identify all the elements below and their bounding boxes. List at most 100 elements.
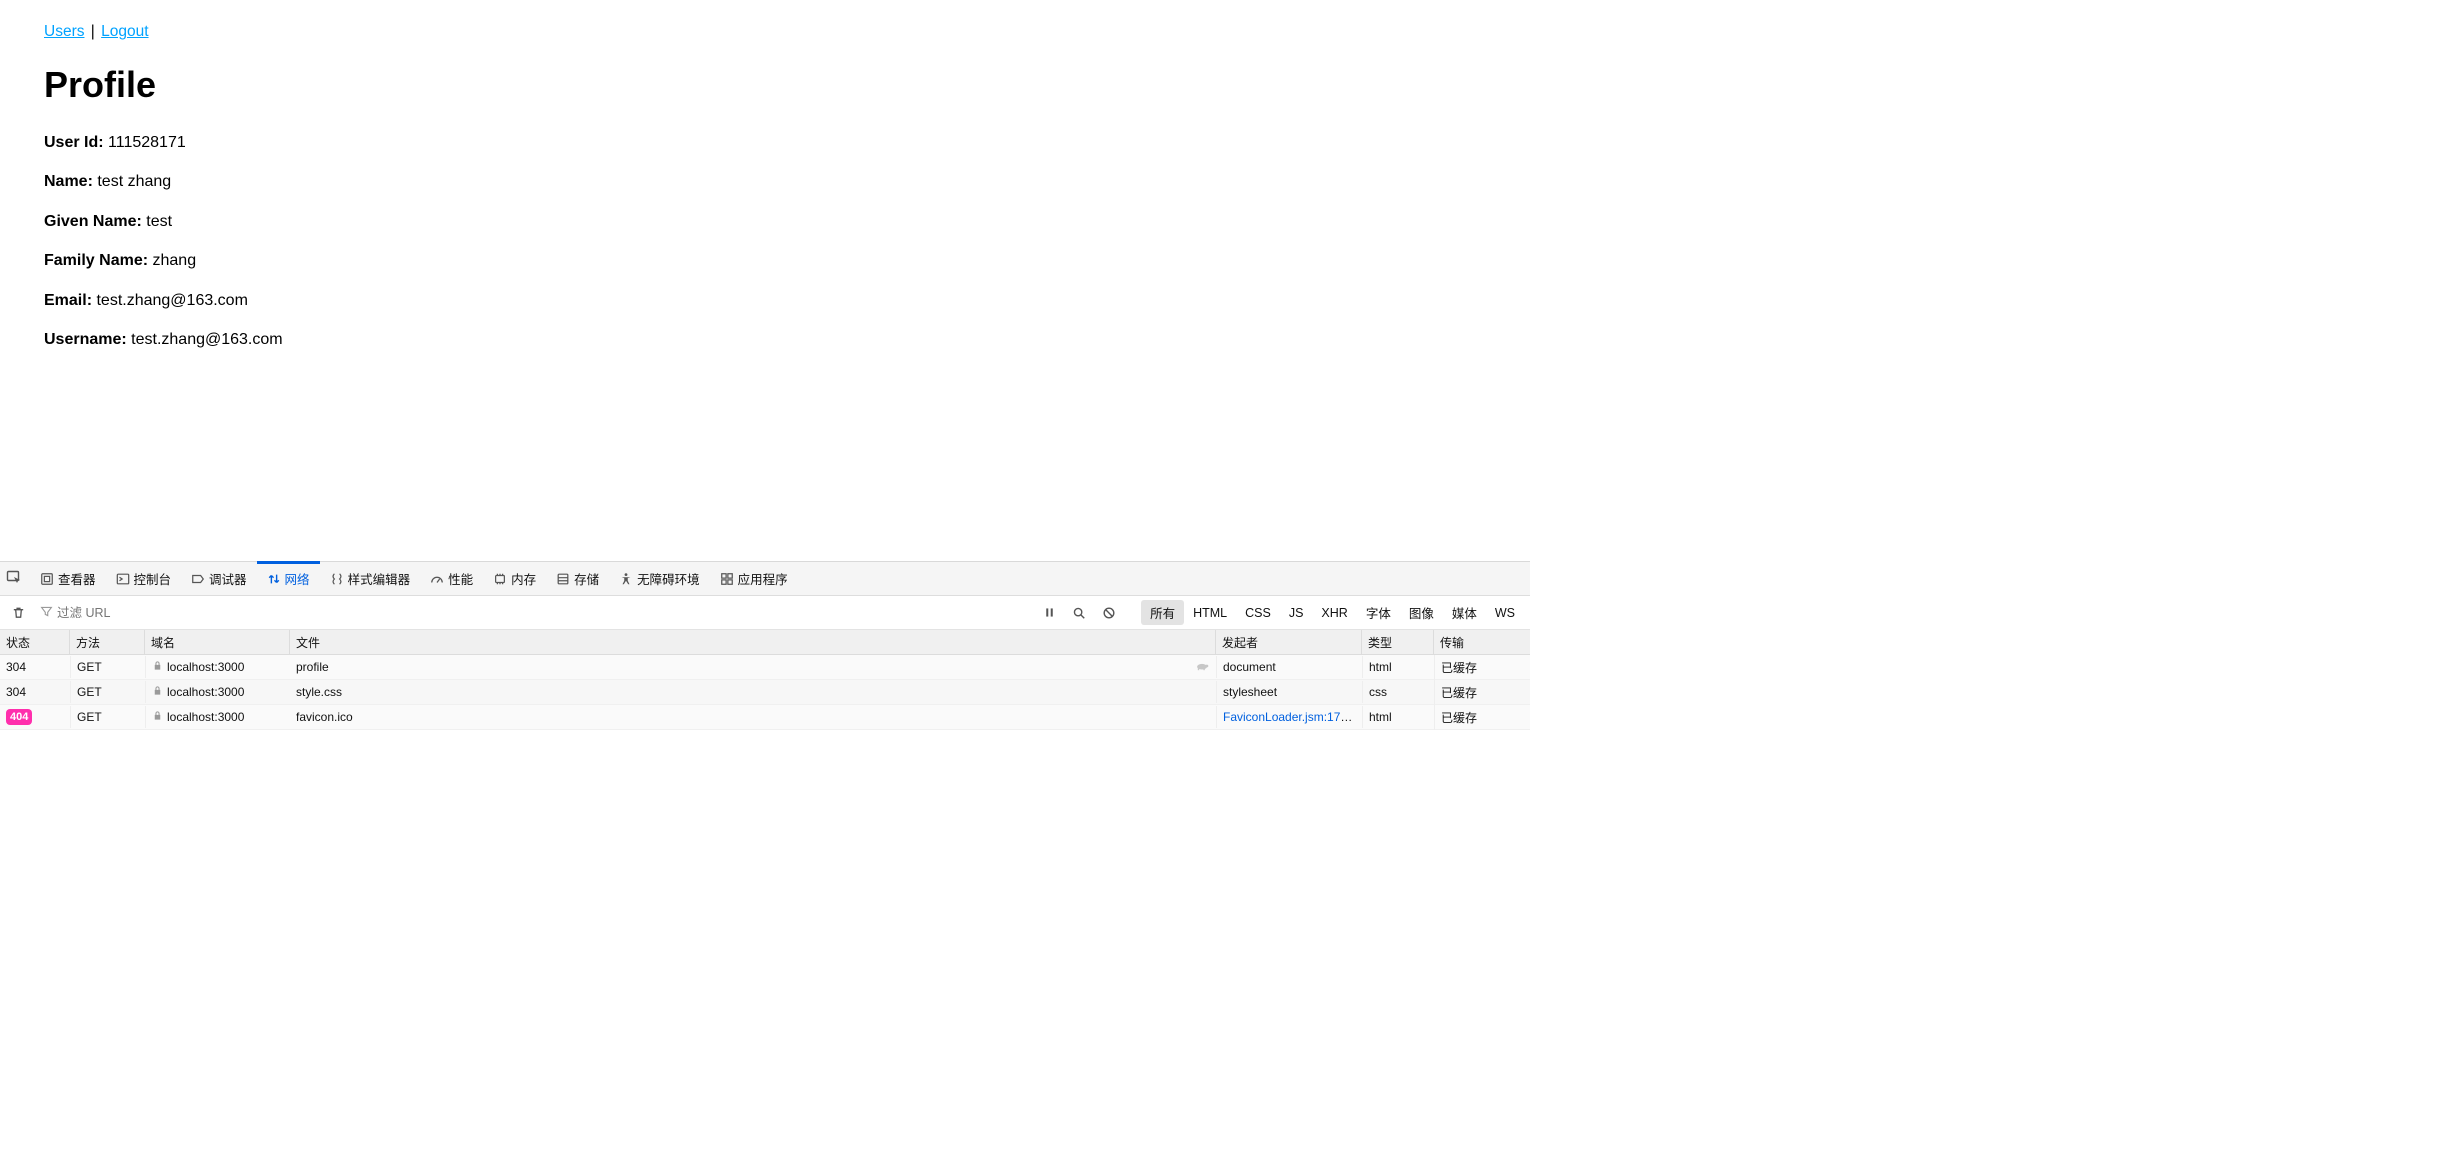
cell-transfer: 已缓存 <box>1434 680 1530 705</box>
label-given-name: Given Name: <box>44 213 142 230</box>
table-row[interactable]: 304GETlocalhost:3000style.cssstylesheetc… <box>0 680 1530 705</box>
tab-network-label: 网络 <box>285 569 310 588</box>
cell-file: favicon.ico <box>290 706 1216 728</box>
network-toolbar: 所有HTMLCSSJSXHR字体图像媒体WS <box>0 596 1530 630</box>
filter-icon <box>40 605 53 621</box>
storage-icon <box>556 572 570 586</box>
devtools-tabstrip: 查看器 控制台 调试器 网络 样式编辑器 性能 内存 存储 <box>0 562 1530 596</box>
cell-method: GET <box>70 681 145 703</box>
memory-icon <box>493 572 507 586</box>
debugger-icon <box>191 572 205 586</box>
value-username: test.zhang@163.com <box>131 331 282 348</box>
tab-console[interactable]: 控制台 <box>106 562 182 595</box>
table-row[interactable]: 304GETlocalhost:3000profiledocumenthtml已… <box>0 655 1530 680</box>
cell-file: profile <box>290 656 1216 678</box>
cell-file: style.css <box>290 681 1216 703</box>
field-email: Email: test.zhang@163.com <box>44 290 1486 312</box>
network-icon <box>267 572 281 586</box>
type-filter-WS[interactable]: WS <box>1486 603 1524 623</box>
tab-style-editor[interactable]: 样式编辑器 <box>320 562 421 595</box>
tab-storage[interactable]: 存储 <box>546 562 609 595</box>
label-name: Name: <box>44 173 93 190</box>
users-link[interactable]: Users <box>44 23 84 40</box>
field-username: Username: test.zhang@163.com <box>44 329 1486 351</box>
cell-status: 404 <box>0 705 70 729</box>
clear-button[interactable] <box>6 601 30 625</box>
field-given-name: Given Name: test <box>44 211 1486 233</box>
tab-application[interactable]: 应用程序 <box>710 562 798 595</box>
table-row[interactable]: 404GETlocalhost:3000favicon.icoFaviconLo… <box>0 705 1530 730</box>
filter-url-input[interactable] <box>57 606 297 620</box>
page-content: Users | Logout Profile User Id: 11152817… <box>0 0 1530 561</box>
cell-initiator: document <box>1216 656 1362 678</box>
page-title: Profile <box>44 61 1486 110</box>
tab-inspector[interactable]: 查看器 <box>30 562 106 595</box>
col-header-status[interactable]: 状态 <box>0 630 70 654</box>
label-family-name: Family Name: <box>44 252 148 269</box>
tab-memory-label: 内存 <box>511 569 536 588</box>
col-header-file[interactable]: 文件 <box>290 630 1216 654</box>
tab-accessibility-label: 无障碍环境 <box>637 569 700 588</box>
value-name: test zhang <box>97 173 171 190</box>
cell-transfer: 已缓存 <box>1434 705 1530 730</box>
field-name: Name: test zhang <box>44 171 1486 193</box>
cell-type: css <box>1362 681 1434 703</box>
field-userid: User Id: 111528171 <box>44 132 1486 154</box>
tab-style-editor-label: 样式编辑器 <box>348 569 411 588</box>
style-editor-icon <box>330 572 344 586</box>
type-filter-CSS[interactable]: CSS <box>1236 603 1280 623</box>
type-filter-媒体[interactable]: 媒体 <box>1443 600 1486 625</box>
label-email: Email: <box>44 292 92 309</box>
lock-icon <box>152 710 163 724</box>
type-filter-HTML[interactable]: HTML <box>1184 603 1236 623</box>
col-header-transfer[interactable]: 传输 <box>1434 630 1530 654</box>
block-button[interactable] <box>1097 601 1121 625</box>
type-filter-XHR[interactable]: XHR <box>1312 603 1356 623</box>
type-filter-JS[interactable]: JS <box>1280 603 1313 623</box>
tab-accessibility[interactable]: 无障碍环境 <box>609 562 710 595</box>
element-picker-button[interactable] <box>0 569 30 588</box>
lock-icon <box>152 685 163 699</box>
application-icon <box>720 572 734 586</box>
type-filter-bar: 所有HTMLCSSJSXHR字体图像媒体WS <box>1141 600 1524 625</box>
tab-performance[interactable]: 性能 <box>420 562 483 595</box>
pause-button[interactable] <box>1037 601 1061 625</box>
cell-domain: localhost:3000 <box>145 706 290 729</box>
field-family-name: Family Name: zhang <box>44 250 1486 272</box>
turtle-icon <box>1195 660 1209 674</box>
tab-memory[interactable]: 内存 <box>483 562 546 595</box>
tab-debugger-label: 调试器 <box>209 569 247 588</box>
value-email: test.zhang@163.com <box>96 292 247 309</box>
value-given-name: test <box>146 213 172 230</box>
cell-domain: localhost:3000 <box>145 656 290 679</box>
label-userid: User Id: <box>44 134 104 151</box>
cell-transfer: 已缓存 <box>1434 655 1530 680</box>
cell-status: 304 <box>0 681 70 703</box>
search-button[interactable] <box>1067 601 1091 625</box>
tab-network[interactable]: 网络 <box>257 562 320 595</box>
nav-separator: | <box>84 23 101 40</box>
value-family-name: zhang <box>153 252 197 269</box>
col-header-method[interactable]: 方法 <box>70 630 145 654</box>
inspector-icon <box>40 572 54 586</box>
tab-console-label: 控制台 <box>134 569 172 588</box>
logout-link[interactable]: Logout <box>101 23 148 40</box>
col-header-domain[interactable]: 域名 <box>145 630 290 654</box>
network-table-body: 304GETlocalhost:3000profiledocumenthtml已… <box>0 655 1530 730</box>
col-header-type[interactable]: 类型 <box>1362 630 1434 654</box>
type-filter-所有[interactable]: 所有 <box>1141 600 1184 625</box>
col-header-initiator[interactable]: 发起者 <box>1216 630 1362 654</box>
tab-storage-label: 存储 <box>574 569 599 588</box>
console-icon <box>116 572 130 586</box>
value-userid: 111528171 <box>108 134 186 151</box>
filter-url-field[interactable] <box>36 601 316 625</box>
tab-application-label: 应用程序 <box>738 569 788 588</box>
performance-icon <box>430 572 444 586</box>
cell-type: html <box>1362 706 1434 728</box>
tab-performance-label: 性能 <box>448 569 473 588</box>
cell-type: html <box>1362 656 1434 678</box>
tab-debugger[interactable]: 调试器 <box>181 562 257 595</box>
type-filter-图像[interactable]: 图像 <box>1400 600 1443 625</box>
cell-status: 304 <box>0 656 70 678</box>
type-filter-字体[interactable]: 字体 <box>1357 600 1400 625</box>
